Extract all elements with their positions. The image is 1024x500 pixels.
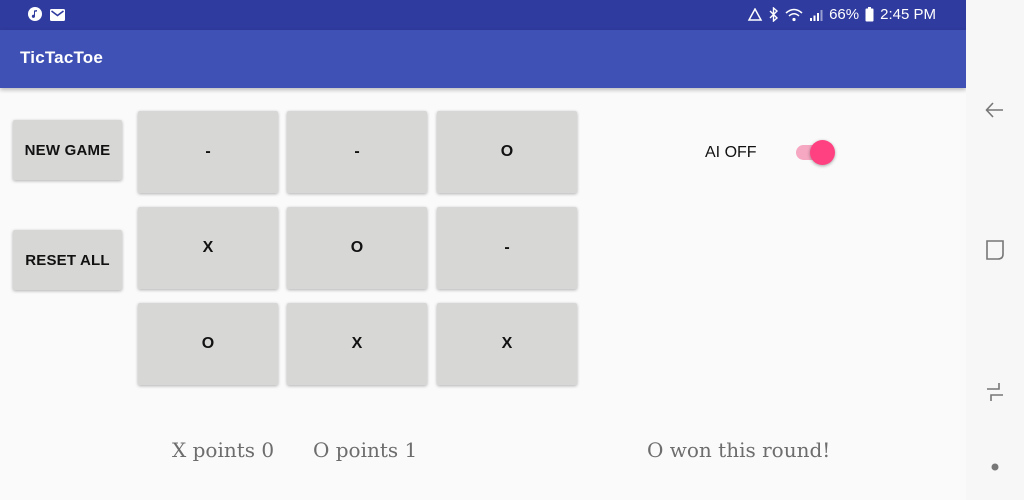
back-icon[interactable]	[983, 98, 1007, 122]
new-game-button[interactable]: NEW GAME	[13, 120, 122, 180]
x-points-label: X points 0	[172, 438, 275, 462]
app-title: TicTacToe	[20, 48, 104, 67]
round-result-label: O won this round!	[647, 438, 831, 462]
reset-all-button[interactable]: RESET ALL	[13, 230, 122, 290]
o-points-label: O points 1	[313, 438, 418, 462]
board-cell-4[interactable]: X	[138, 207, 278, 289]
wifi-icon	[785, 8, 803, 22]
clock-time: 2:45 PM	[880, 6, 936, 23]
signal-icon	[809, 8, 823, 22]
status-bar: 66% 2:45 PM	[0, 0, 966, 30]
keyboard-dot-icon[interactable]	[983, 455, 1007, 479]
recycle-icon	[747, 7, 763, 22]
board-cell-9[interactable]: X	[437, 303, 577, 385]
battery-icon	[865, 7, 874, 22]
home-icon[interactable]	[983, 238, 1007, 262]
status-notification-icons	[28, 7, 65, 26]
bluetooth-icon	[769, 7, 779, 22]
board-cell-5[interactable]: O	[287, 207, 427, 289]
app-toolbar: TicTacToe	[0, 30, 966, 88]
board-cell-7[interactable]: O	[138, 303, 278, 385]
switch-thumb[interactable]	[810, 140, 835, 165]
navigation-bar	[966, 0, 1024, 500]
board-cell-3[interactable]: O	[437, 111, 577, 193]
board-cell-1[interactable]: -	[138, 111, 278, 193]
music-notification-icon	[28, 7, 42, 26]
email-notification-icon	[50, 8, 65, 26]
board-cell-8[interactable]: X	[287, 303, 427, 385]
app-screen: 66% 2:45 PM TicTacToe NEW GAME RESET ALL…	[0, 0, 966, 500]
board-cell-6[interactable]: -	[437, 207, 577, 289]
ai-toggle-label: AI OFF	[705, 144, 757, 161]
status-system-icons: 66% 2:45 PM	[747, 6, 936, 23]
recent-apps-icon[interactable]	[983, 380, 1007, 404]
board-cell-2[interactable]: -	[287, 111, 427, 193]
battery-percent: 66%	[829, 6, 860, 23]
